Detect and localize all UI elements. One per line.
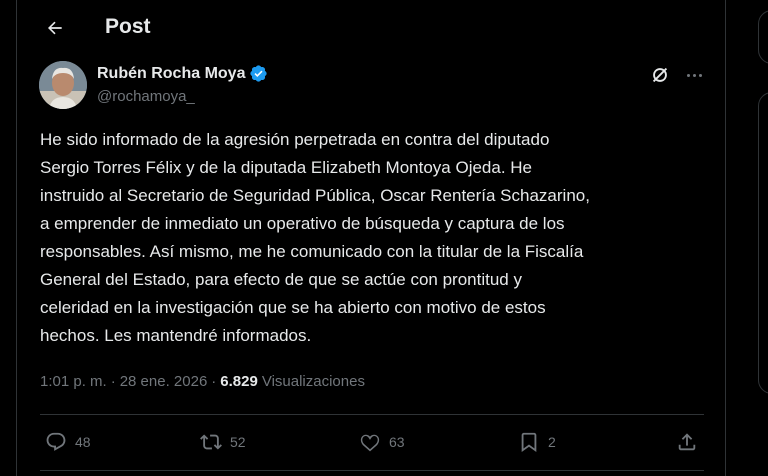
share-icon [678, 433, 696, 451]
sidebar-card [758, 92, 768, 394]
author-name-row[interactable]: Rubén Rocha Moya [97, 64, 268, 83]
right-sidebar [746, 0, 768, 476]
bookmark-count: 2 [548, 434, 556, 450]
reply-icon [46, 432, 66, 451]
repost-button[interactable]: 52 [200, 426, 246, 458]
dot-icon [698, 73, 702, 77]
like-button[interactable]: 63 [359, 426, 405, 458]
post-actions: 48 52 63 2 [40, 426, 704, 458]
bookmark-icon [521, 432, 537, 453]
post-text: He sido informado de la agresión perpetr… [40, 130, 590, 345]
back-button[interactable] [41, 14, 69, 42]
sidebar-search-box[interactable] [758, 10, 768, 64]
post-header: Post [17, 0, 723, 56]
dot-icon [686, 73, 690, 77]
divider [40, 470, 704, 471]
arrow-left-icon [48, 21, 62, 35]
avatar[interactable] [39, 61, 87, 109]
author-name[interactable]: Rubén Rocha Moya [97, 65, 245, 83]
page-title: Post [105, 15, 151, 38]
more-options-button[interactable] [681, 64, 707, 86]
bookmark-button[interactable]: 2 [518, 426, 556, 458]
grok-icon [652, 67, 668, 83]
avatar-image [39, 61, 87, 109]
grok-button[interactable] [649, 64, 671, 86]
reply-button[interactable]: 48 [45, 426, 91, 458]
dot-icon [692, 73, 696, 77]
meta-separator: · [211, 373, 217, 390]
repost-count: 52 [230, 434, 246, 450]
verified-badge-icon [250, 65, 268, 82]
like-count: 63 [389, 434, 405, 450]
post-meta: 1:01 p. m. · 28 ene. 2026 · 6.829 Visual… [40, 373, 365, 390]
heart-icon [360, 434, 380, 452]
author-handle[interactable]: @rochamoya_ [97, 88, 195, 105]
meta-separator: · [110, 373, 116, 390]
post-time[interactable]: 1:01 p. m. [40, 373, 107, 390]
views-label: Visualizaciones [261, 373, 365, 390]
views-count: 6.829 [220, 373, 258, 390]
repost-icon [200, 434, 222, 450]
divider [40, 414, 704, 415]
share-button[interactable] [676, 426, 698, 458]
post-date[interactable]: 28 ene. 2026 [120, 373, 208, 390]
reply-count: 48 [75, 434, 91, 450]
